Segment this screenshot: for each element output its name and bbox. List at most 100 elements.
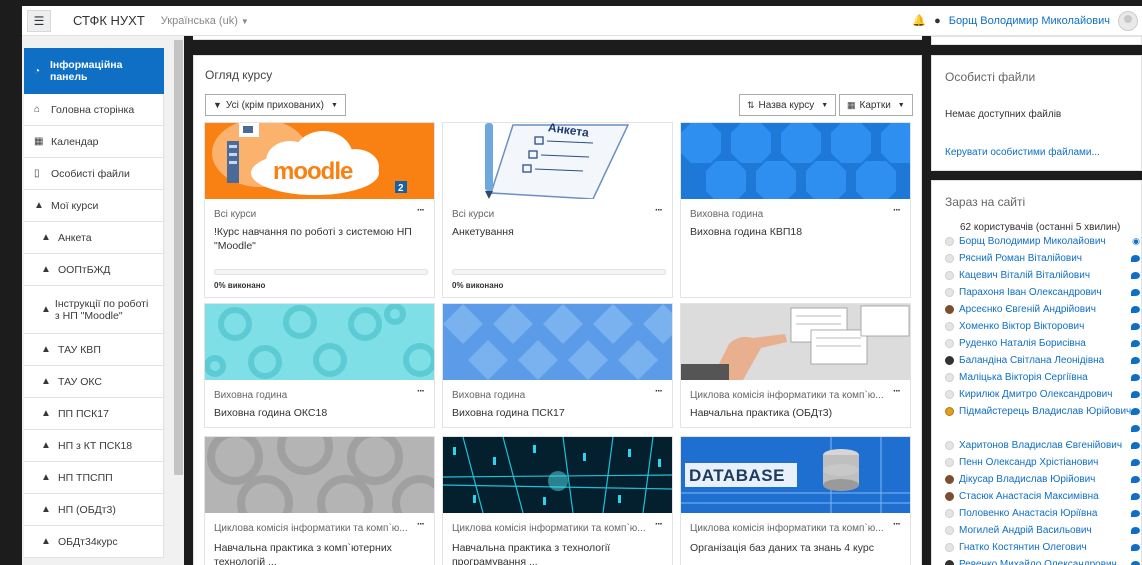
online-user-name[interactable]: Половенко Анастасія Юріївна: [959, 508, 1097, 519]
online-user-name[interactable]: Руденко Наталія Борисівна: [959, 338, 1086, 349]
online-user[interactable]: Харитонов Владислав Євгенійович: [945, 437, 1140, 454]
sidebar-item[interactable]: ◔ Інформаційна панель: [24, 48, 164, 94]
online-user[interactable]: Кацевич Віталій Віталійович: [945, 267, 1140, 284]
online-user[interactable]: Борщ Володимир Миколайович ◉: [945, 233, 1140, 250]
online-user-name[interactable]: Хоменко Віктор Вікторович: [959, 321, 1084, 332]
manage-files-link[interactable]: Керувати особистими файлами...: [945, 147, 1100, 158]
online-user[interactable]: Парахоня Іван Олександрович: [945, 284, 1140, 301]
message-icon[interactable]: [1131, 340, 1140, 347]
online-user-name[interactable]: Баландіна Світлана Леонідівна: [959, 355, 1104, 366]
course-card[interactable]: Циклова комісія інформатики та комп`ю...…: [204, 436, 435, 565]
online-user-name[interactable]: Кацевич Віталій Віталійович: [959, 270, 1090, 281]
sidebar-item[interactable]: ▲ НП з КТ ПСК18: [24, 430, 164, 462]
sidebar-item[interactable]: ▲ Мої курси: [24, 190, 164, 222]
bell-icon[interactable]: 🔔: [912, 14, 926, 27]
message-icon[interactable]: [1131, 408, 1140, 415]
course-menu-icon[interactable]: ···: [655, 519, 663, 530]
online-user-name[interactable]: Ревенко Михайло Олександрович: [959, 559, 1117, 565]
course-menu-icon[interactable]: ···: [893, 386, 901, 397]
message-icon[interactable]: [1131, 493, 1140, 500]
online-user-name[interactable]: Гнатко Костянтин Олегович: [959, 542, 1087, 553]
course-card[interactable]: Виховна година ··· Виховна година ОКС18: [204, 303, 435, 428]
online-user[interactable]: Рясний Роман Віталійович: [945, 250, 1140, 267]
course-title[interactable]: Виховна година ПСК17: [452, 406, 662, 420]
sidebar-item[interactable]: ▲ ООПтБЖД: [24, 254, 164, 286]
course-menu-icon[interactable]: ···: [417, 519, 425, 530]
online-user-name[interactable]: Підмайстерець Владислав Юрійович: [959, 406, 1131, 417]
online-user[interactable]: Дікусар Владислав Юрійович: [945, 471, 1140, 488]
sidebar-item[interactable]: ▲ НП ТПСПП: [24, 462, 164, 494]
online-user[interactable]: Руденко Наталія Борисівна: [945, 335, 1140, 352]
online-user-name[interactable]: Пенн Олександр Хрістіанович: [959, 457, 1098, 468]
message-icon[interactable]: [1131, 374, 1140, 381]
message-icon[interactable]: [1131, 255, 1140, 262]
online-user[interactable]: Хоменко Віктор Вікторович: [945, 318, 1140, 335]
hamburger-menu-icon[interactable]: ☰: [27, 9, 51, 32]
course-card[interactable]: DATABASE Циклова комісія інформатики та …: [680, 436, 911, 565]
sidebar-item[interactable]: ▲ ОБДт34курс: [24, 526, 164, 558]
message-icon[interactable]: [1131, 476, 1140, 483]
course-image[interactable]: DATABASE: [681, 437, 910, 513]
message-icon[interactable]: [1131, 357, 1140, 364]
online-user[interactable]: Половенко Анастасія Юріївна: [945, 505, 1140, 522]
online-user-name[interactable]: Маліцька Вікторія Сергіївна: [959, 372, 1088, 383]
message-icon[interactable]: [1131, 425, 1140, 432]
online-user-name[interactable]: Кирилюк Дмитро Олександрович: [959, 389, 1112, 400]
online-user[interactable]: [945, 420, 1140, 437]
online-user-name[interactable]: Арсеєнко Євгеній Андрійович: [959, 304, 1096, 315]
message-icon[interactable]: [1131, 289, 1140, 296]
message-icon[interactable]: [1131, 442, 1140, 449]
view-dropdown[interactable]: ▦ Картки ▼: [839, 94, 913, 116]
sidebar-item[interactable]: ▲ Інструкції по роботі з НП "Moodle": [24, 286, 164, 334]
message-icon[interactable]: [1131, 459, 1140, 466]
course-image[interactable]: [443, 304, 672, 380]
online-user-name[interactable]: Стасюк Анастасія Максимівна: [959, 491, 1099, 502]
course-card[interactable]: Циклова комісія інформатики та комп`ю...…: [680, 303, 911, 428]
online-user[interactable]: Ревенко Михайло Олександрович: [945, 556, 1140, 565]
sidebar-item[interactable]: ▯ Особисті файли: [24, 158, 164, 190]
user-avatar[interactable]: [1118, 10, 1138, 31]
message-icon[interactable]: [1131, 510, 1140, 517]
online-user[interactable]: Баландіна Світлана Леонідівна: [945, 352, 1140, 369]
online-user-name[interactable]: Рясний Роман Віталійович: [959, 253, 1082, 264]
course-card[interactable]: 2 moodle Всі курси ··· !Курс навчання по…: [204, 122, 435, 298]
filter-dropdown[interactable]: ▼ Усі (крім прихованих) ▼: [205, 94, 346, 116]
course-image[interactable]: 2 moodle: [205, 123, 434, 199]
message-icon[interactable]: [1131, 323, 1140, 330]
message-icon[interactable]: [1131, 527, 1140, 534]
sidebar-scrollbar[interactable]: [174, 40, 183, 475]
online-user[interactable]: Маліцька Вікторія Сергіївна: [945, 369, 1140, 386]
sidebar-item[interactable]: ▦ Календар: [24, 126, 164, 158]
message-icon[interactable]: [1131, 306, 1140, 313]
sidebar-item[interactable]: ▲ ТАУ ОКС: [24, 366, 164, 398]
online-user[interactable]: Могилей Андрій Васильович: [945, 522, 1140, 539]
course-menu-icon[interactable]: ···: [655, 205, 663, 216]
course-title[interactable]: Навчальна практика з технології програму…: [452, 541, 662, 565]
course-card[interactable]: Виховна година ··· Виховна година КВП18: [680, 122, 911, 298]
message-icon[interactable]: [1131, 544, 1140, 551]
course-card[interactable]: Анкета Всі курси ··· Анкетування 0% вико…: [442, 122, 673, 298]
course-menu-icon[interactable]: ···: [893, 205, 901, 216]
online-user[interactable]: Підмайстерець Владислав Юрійович: [945, 403, 1140, 420]
language-selector[interactable]: Українська (uk) ▼: [161, 15, 249, 27]
course-menu-icon[interactable]: ···: [417, 386, 425, 397]
course-image[interactable]: [205, 304, 434, 380]
user-menu-name[interactable]: Борщ Володимир Миколайович: [949, 15, 1110, 27]
sidebar-item[interactable]: ⌂ Головна сторінка: [24, 94, 164, 126]
online-user[interactable]: Стасюк Анастасія Максимівна: [945, 488, 1140, 505]
sidebar-item[interactable]: ▲ ТАУ КВП: [24, 334, 164, 366]
course-card[interactable]: Виховна година ··· Виховна година ПСК17: [442, 303, 673, 428]
course-menu-icon[interactable]: ···: [893, 519, 901, 530]
course-title[interactable]: Організація баз даних та знань 4 курс: [690, 541, 900, 555]
sort-dropdown[interactable]: ⇅ Назва курсу ▼: [739, 94, 837, 116]
online-user-name[interactable]: Харитонов Владислав Євгенійович: [959, 440, 1122, 451]
course-card[interactable]: Циклова комісія інформатики та комп`ю...…: [442, 436, 673, 565]
course-image[interactable]: Анкета: [443, 123, 672, 199]
online-user-name[interactable]: Борщ Володимир Миколайович: [959, 236, 1106, 247]
online-user-name[interactable]: Дікусар Владислав Юрійович: [959, 474, 1095, 485]
online-user[interactable]: Гнатко Костянтин Олегович: [945, 539, 1140, 556]
course-title[interactable]: Навчальна практика (ОБДт3): [690, 406, 900, 420]
sidebar-item[interactable]: ▲ ПП ПСК17: [24, 398, 164, 430]
online-user-name[interactable]: Могилей Андрій Васильович: [959, 525, 1092, 536]
sidebar-item[interactable]: ▲ Анкета: [24, 222, 164, 254]
